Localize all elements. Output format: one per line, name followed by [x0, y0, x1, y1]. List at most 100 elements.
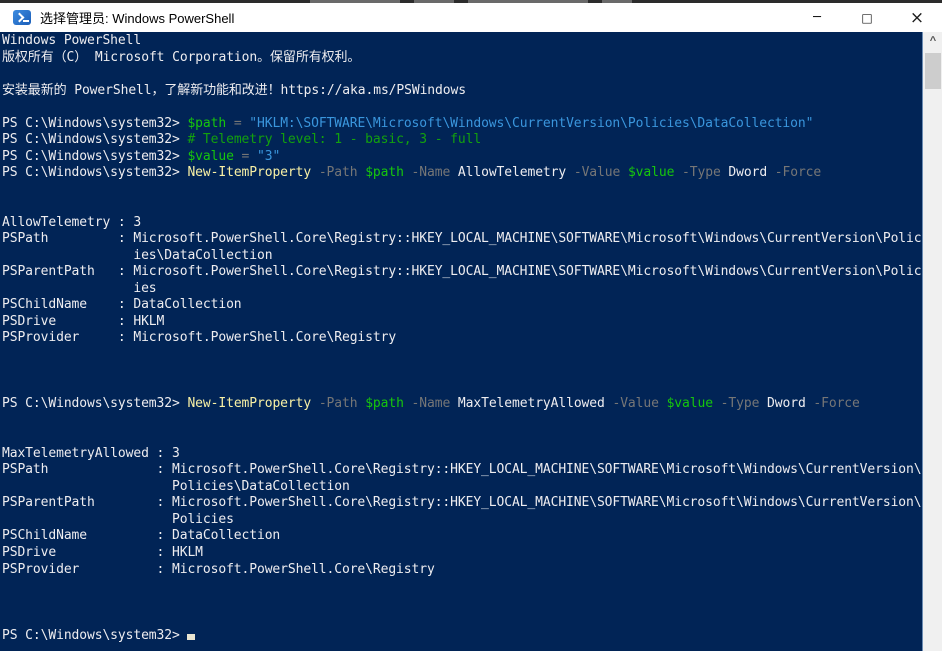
powershell-icon: [13, 10, 31, 25]
terminal-text-segment: PS C:\Windows\system32>: [2, 132, 187, 147]
terminal-line: PSChildName : DataCollection: [2, 297, 922, 314]
terminal-text-segment: Windows PowerShell: [2, 33, 141, 48]
terminal-text-segment: MaxTelemetryAllowed: [458, 396, 605, 411]
terminal-text-segment: PS C:\Windows\system32>: [2, 149, 187, 164]
terminal-line: [2, 347, 922, 364]
terminal-text-segment: $value: [187, 149, 233, 164]
terminal-line: [2, 380, 922, 397]
terminal-line: Policies: [2, 512, 922, 529]
terminal-line: [2, 595, 922, 612]
terminal-text-segment: Policies: [2, 512, 234, 527]
title-bar: 选择管理员: Windows PowerShell ─ □ ×: [0, 3, 942, 32]
terminal-text-segment: PSPath : Microsoft.PowerShell.Core\Regis…: [2, 231, 921, 246]
terminal-text-segment: PSDrive : HKLM: [2, 545, 203, 560]
terminal-text-segment: PSDrive : HKLM: [2, 314, 164, 329]
scrollbar[interactable]: ^: [922, 32, 942, 651]
scrollbar-thumb[interactable]: [925, 53, 941, 89]
terminal-text-segment: 版权所有（C） Microsoft Corporation。保留所有权利。: [2, 50, 360, 65]
terminal-line: PSProvider : Microsoft.PowerShell.Core\R…: [2, 562, 922, 579]
terminal-text-segment: PSPath : Microsoft.PowerShell.Core\Regis…: [2, 462, 921, 477]
minimize-button[interactable]: ─: [792, 3, 842, 32]
terminal-text-segment: New-ItemProperty: [187, 396, 311, 411]
terminal-line: PSProvider : Microsoft.PowerShell.Core\R…: [2, 330, 922, 347]
terminal-line: [2, 182, 922, 199]
terminal-text-segment: $path: [365, 165, 404, 180]
terminal-text-segment: # Telemetry level: 1 - basic, 3 - full: [187, 132, 481, 147]
terminal-body[interactable]: Windows PowerShell 版权所有（C） Microsoft Corp…: [0, 32, 922, 651]
terminal-text-segment: $value: [628, 165, 674, 180]
window-controls: ─ □ ×: [792, 3, 942, 32]
terminal-line: Policies\DataCollection: [2, 479, 922, 496]
terminal-line: AllowTelemetry : 3: [2, 215, 922, 232]
terminal-text-segment: Dword: [728, 165, 767, 180]
terminal-line: PSParentPath : Microsoft.PowerShell.Core…: [2, 495, 922, 512]
terminal-line: [2, 363, 922, 380]
terminal-line: ies\DataCollection: [2, 248, 922, 265]
terminal-text-segment: PSParentPath : Microsoft.PowerShell.Core…: [2, 495, 921, 510]
terminal-line: PSPath : Microsoft.PowerShell.Core\Regis…: [2, 231, 922, 248]
terminal-text-segment: -Force: [806, 396, 860, 411]
terminal-line: Windows PowerShell: [2, 33, 922, 50]
terminal-line: 版权所有（C） Microsoft Corporation。保留所有权利。: [2, 50, 922, 67]
maximize-button[interactable]: □: [842, 3, 892, 32]
terminal-text-segment: PSProvider : Microsoft.PowerShell.Core\R…: [2, 330, 396, 345]
terminal-text-segment: AllowTelemetry: [458, 165, 566, 180]
terminal-text-segment: -Value: [605, 396, 667, 411]
scroll-up-arrow-icon[interactable]: ^: [924, 32, 942, 50]
terminal-line: [2, 611, 922, 628]
terminal-text-segment: $path: [187, 116, 226, 131]
terminal-line: MaxTelemetryAllowed : 3: [2, 446, 922, 463]
terminal-text-segment: Policies\DataCollection: [2, 479, 350, 494]
terminal-text-segment: AllowTelemetry : 3: [2, 215, 141, 230]
terminal-text-segment: $value: [667, 396, 713, 411]
terminal-line: PS C:\Windows\system32> New-ItemProperty…: [2, 396, 922, 413]
terminal-text-segment: PSProvider : Microsoft.PowerShell.Core\R…: [2, 562, 435, 577]
terminal-line: 安装最新的 PowerShell，了解新功能和改进！https://aka.ms…: [2, 83, 922, 100]
terminal-line: [2, 578, 922, 595]
terminal-line: [2, 413, 922, 430]
terminal-line: [2, 198, 922, 215]
window-title: 选择管理员: Windows PowerShell: [40, 8, 234, 27]
terminal-line: [2, 66, 922, 83]
terminal-text-segment: PSChildName : DataCollection: [2, 297, 242, 312]
terminal-line: PS C:\Windows\system32> New-ItemProperty…: [2, 165, 922, 182]
terminal-text-segment: ies: [2, 281, 157, 296]
terminal-text-segment: -Path: [311, 165, 365, 180]
terminal-text-segment: PS C:\Windows\system32>: [2, 165, 187, 180]
terminal-text-segment: PS C:\Windows\system32>: [2, 396, 187, 411]
terminal-text-segment: ies\DataCollection: [2, 248, 272, 263]
terminal-line: PS C:\Windows\system32>: [2, 628, 922, 645]
terminal-line: PS C:\Windows\system32> # Telemetry leve…: [2, 132, 922, 149]
terminal-line: [2, 429, 922, 446]
terminal-line: PSDrive : HKLM: [2, 545, 922, 562]
terminal-text-segment: "3": [257, 149, 280, 164]
text-cursor: [187, 634, 195, 640]
terminal-text-segment: New-ItemProperty: [187, 165, 311, 180]
terminal-line: ies: [2, 281, 922, 298]
close-button[interactable]: ×: [892, 3, 942, 32]
terminal-text-segment: =: [234, 149, 257, 164]
terminal-text-segment: PS C:\Windows\system32>: [2, 628, 187, 643]
terminal-text-segment: -Type: [674, 165, 728, 180]
terminal-line: PS C:\Windows\system32> $path = "HKLM:\S…: [2, 116, 922, 133]
terminal-line: PSDrive : HKLM: [2, 314, 922, 331]
terminal-text-segment: -Path: [311, 396, 365, 411]
terminal-line: PSParentPath : Microsoft.PowerShell.Core…: [2, 264, 922, 281]
terminal-text-segment: Dword: [767, 396, 806, 411]
terminal-text-segment: PS C:\Windows\system32>: [2, 116, 187, 131]
terminal-text-segment: $path: [365, 396, 404, 411]
terminal-text-segment: -Name: [404, 165, 458, 180]
terminal-text-segment: MaxTelemetryAllowed : 3: [2, 446, 180, 461]
terminal-text-segment: PSParentPath : Microsoft.PowerShell.Core…: [2, 264, 921, 279]
terminal-text-segment: -Value: [566, 165, 628, 180]
terminal-text-segment: -Type: [713, 396, 767, 411]
terminal-text-segment: "HKLM:\SOFTWARE\Microsoft\Windows\Curren…: [249, 116, 813, 131]
terminal-text-segment: PSChildName : DataCollection: [2, 528, 280, 543]
terminal-text-segment: -Force: [767, 165, 821, 180]
terminal-text-segment: =: [226, 116, 249, 131]
terminal-line: PS C:\Windows\system32> $value = "3": [2, 149, 922, 166]
terminal-line: PSPath : Microsoft.PowerShell.Core\Regis…: [2, 462, 922, 479]
terminal-text-segment: -Name: [404, 396, 458, 411]
terminal-line: [2, 99, 922, 116]
terminal-line: PSChildName : DataCollection: [2, 528, 922, 545]
